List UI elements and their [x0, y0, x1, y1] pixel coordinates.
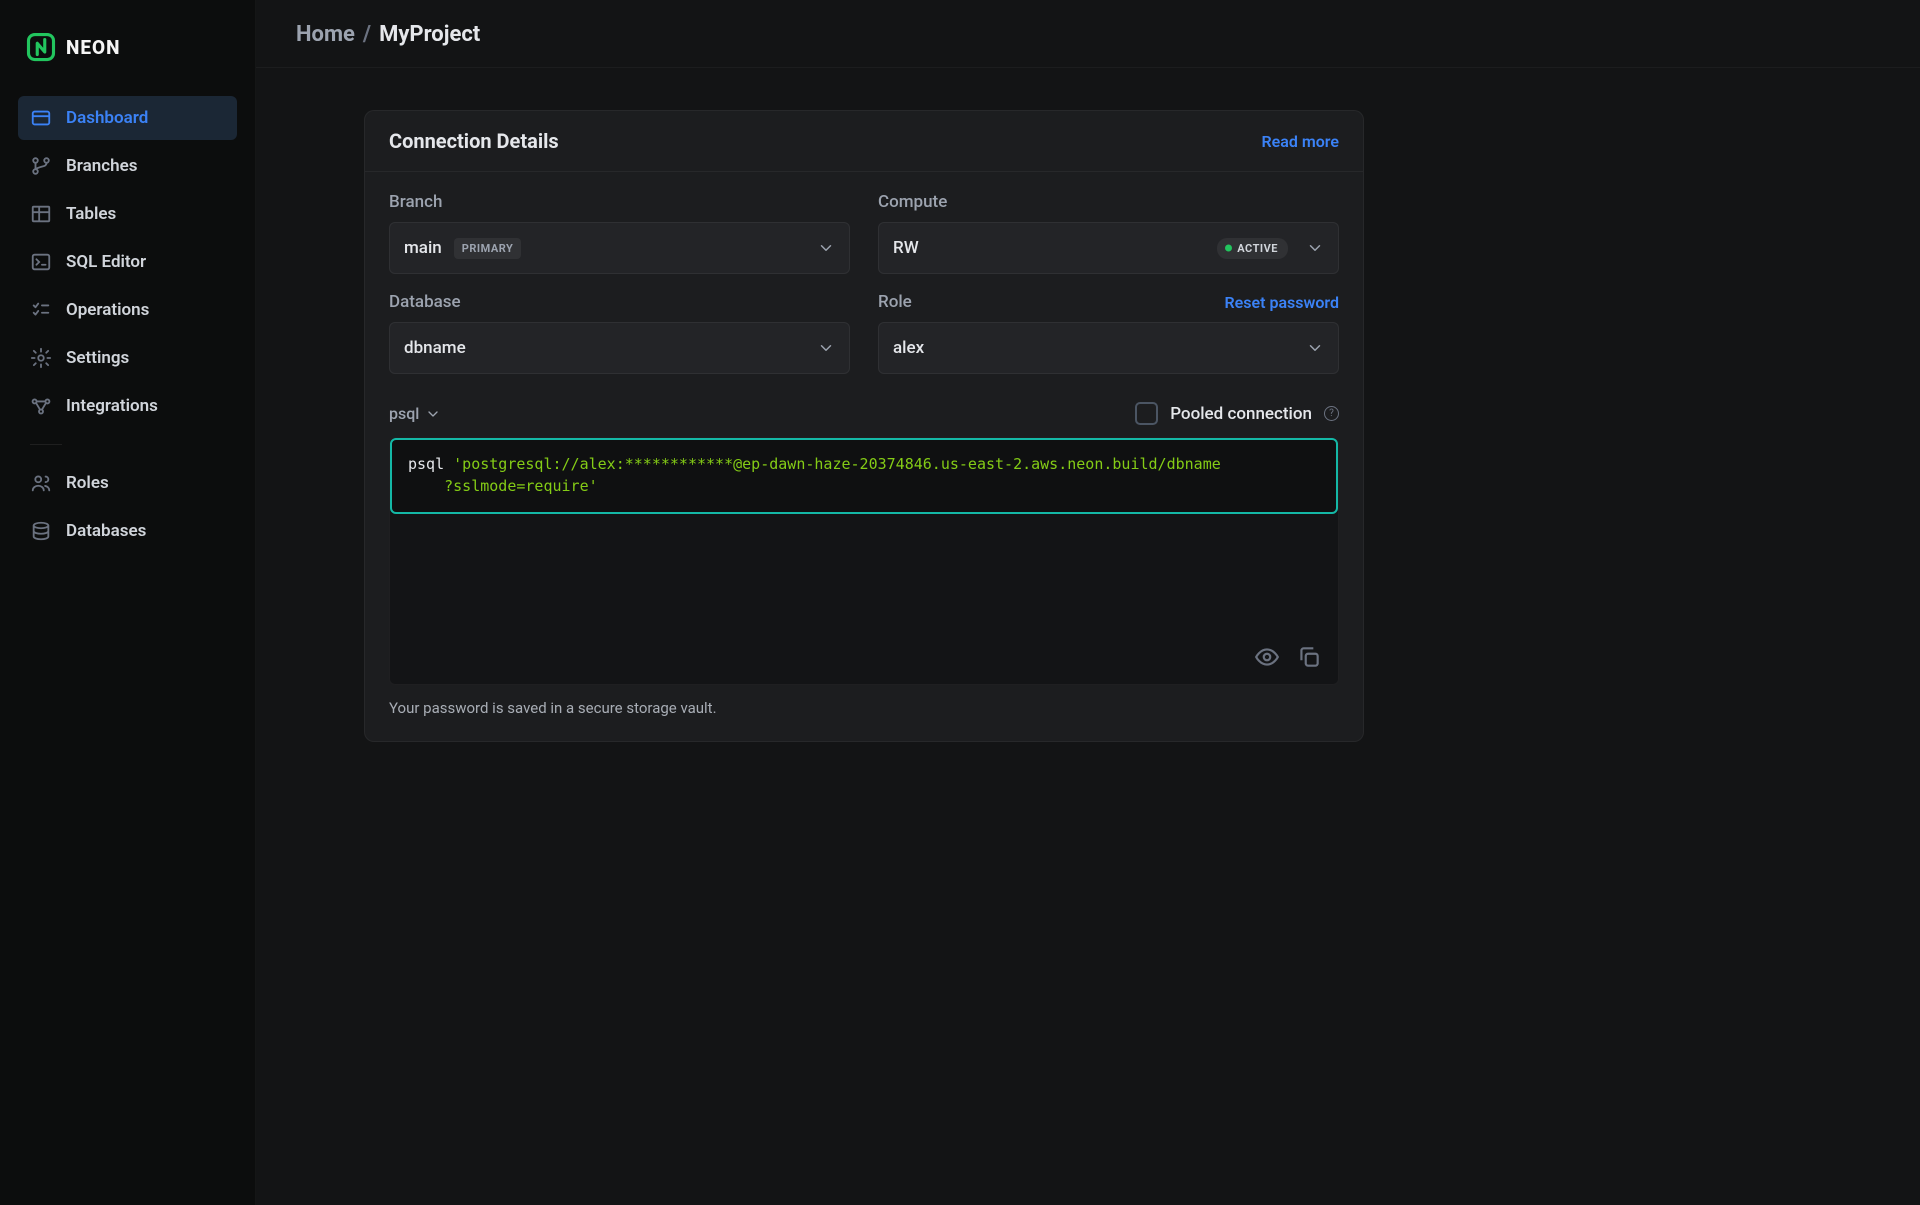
compute-select[interactable]: RW ACTIVE [878, 222, 1339, 274]
chevron-down-icon [817, 239, 835, 257]
chevron-down-icon [1306, 339, 1324, 357]
sidebar-item-dashboard[interactable]: Dashboard [18, 96, 237, 140]
sidebar-item-label: Branches [66, 156, 138, 176]
database-select[interactable]: dbname [389, 322, 850, 374]
sidebar-item-label: Roles [66, 473, 109, 493]
field-label: Role [878, 292, 912, 312]
pooled-label: Pooled connection [1170, 404, 1312, 424]
breadcrumb-separator: / [363, 22, 371, 47]
sidebar-item-label: Tables [66, 204, 116, 224]
primary-badge: PRIMARY [454, 238, 522, 259]
field-branch: Branch main PRIMARY [389, 192, 850, 274]
reset-password-link[interactable]: Reset password [1225, 293, 1340, 312]
field-label: Database [389, 292, 461, 312]
brand-mark-icon [26, 32, 56, 62]
format-select[interactable]: psql [389, 404, 441, 423]
panel-body: Branch main PRIMARY Compute [365, 172, 1363, 741]
sidebar-item-branches[interactable]: Branches [18, 144, 237, 188]
brand-logo[interactable]: NEON [26, 32, 229, 62]
chevron-down-icon [425, 406, 441, 422]
branch-select[interactable]: main PRIMARY [389, 222, 850, 274]
sidebar-item-label: Dashboard [66, 108, 148, 128]
integrations-icon [30, 395, 52, 417]
help-icon[interactable]: ? [1324, 406, 1339, 421]
git-branch-icon [30, 155, 52, 177]
copy-icon[interactable] [1296, 644, 1322, 670]
dashboard-icon [30, 107, 52, 129]
sidebar-item-tables[interactable]: Tables [18, 192, 237, 236]
select-value: RW [893, 238, 919, 258]
sidebar-item-operations[interactable]: Operations [18, 288, 237, 332]
sidebar-item-sql-editor[interactable]: SQL Editor [18, 240, 237, 284]
field-label: Branch [389, 192, 442, 212]
pooled-checkbox[interactable] [1135, 402, 1158, 425]
breadcrumb: Home / MyProject [256, 0, 1920, 68]
pooled-connection-group: Pooled connection ? [1135, 402, 1339, 425]
format-value: psql [389, 404, 419, 423]
content: Connection Details Read more Branch main… [256, 68, 1920, 766]
sidebar-item-label: Databases [66, 521, 146, 541]
active-badge: ACTIVE [1217, 238, 1288, 259]
sidebar-item-integrations[interactable]: Integrations [18, 384, 237, 428]
field-role: Role Reset password alex [878, 292, 1339, 374]
sidebar-item-settings[interactable]: Settings [18, 336, 237, 380]
role-select[interactable]: alex [878, 322, 1339, 374]
eye-icon[interactable] [1254, 644, 1280, 670]
read-more-link[interactable]: Read more [1261, 132, 1339, 151]
connection-string-box: psql 'postgresql://alex:************@ep-… [389, 437, 1339, 685]
connection-toolbar: psql Pooled connection ? [389, 402, 1339, 425]
users-icon [30, 472, 52, 494]
sidebar-item-roles[interactable]: Roles [18, 461, 237, 505]
panel-title: Connection Details [389, 129, 559, 153]
breadcrumb-project[interactable]: MyProject [379, 22, 480, 47]
sidebar-item-label: Operations [66, 300, 149, 320]
database-icon [30, 520, 52, 542]
checklist-icon [30, 299, 52, 321]
field-label: Compute [878, 192, 947, 212]
sidebar-item-databases[interactable]: Databases [18, 509, 237, 553]
select-value: alex [893, 338, 924, 358]
terminal-icon [30, 251, 52, 273]
gear-icon [30, 347, 52, 369]
breadcrumb-home[interactable]: Home [296, 22, 355, 47]
password-footnote: Your password is saved in a secure stora… [389, 699, 1339, 717]
select-value: dbname [404, 338, 466, 358]
sidebar: NEON Dashboard Branches Tables SQL Edito… [0, 0, 256, 1205]
chevron-down-icon [817, 339, 835, 357]
connection-string-code[interactable]: psql 'postgresql://alex:************@ep-… [390, 438, 1338, 514]
code-cmd: psql [408, 455, 453, 473]
sidebar-divider [30, 444, 62, 445]
chevron-down-icon [1306, 239, 1324, 257]
table-icon [30, 203, 52, 225]
code-actions [1254, 644, 1322, 670]
sidebar-item-label: SQL Editor [66, 252, 146, 272]
field-database: Database dbname [389, 292, 850, 374]
brand-name: NEON [66, 36, 121, 59]
panel-header: Connection Details Read more [365, 111, 1363, 172]
connection-details-panel: Connection Details Read more Branch main… [364, 110, 1364, 742]
code-line2: ?sslmode=require' [408, 477, 598, 495]
code-line1: 'postgresql://alex:************@ep-dawn-… [453, 455, 1221, 473]
field-compute: Compute RW ACTIVE [878, 192, 1339, 274]
main-area: Home / MyProject Connection Details Read… [256, 0, 1920, 1205]
sidebar-item-label: Settings [66, 348, 129, 368]
select-value: main [404, 238, 442, 258]
sidebar-item-label: Integrations [66, 396, 158, 416]
